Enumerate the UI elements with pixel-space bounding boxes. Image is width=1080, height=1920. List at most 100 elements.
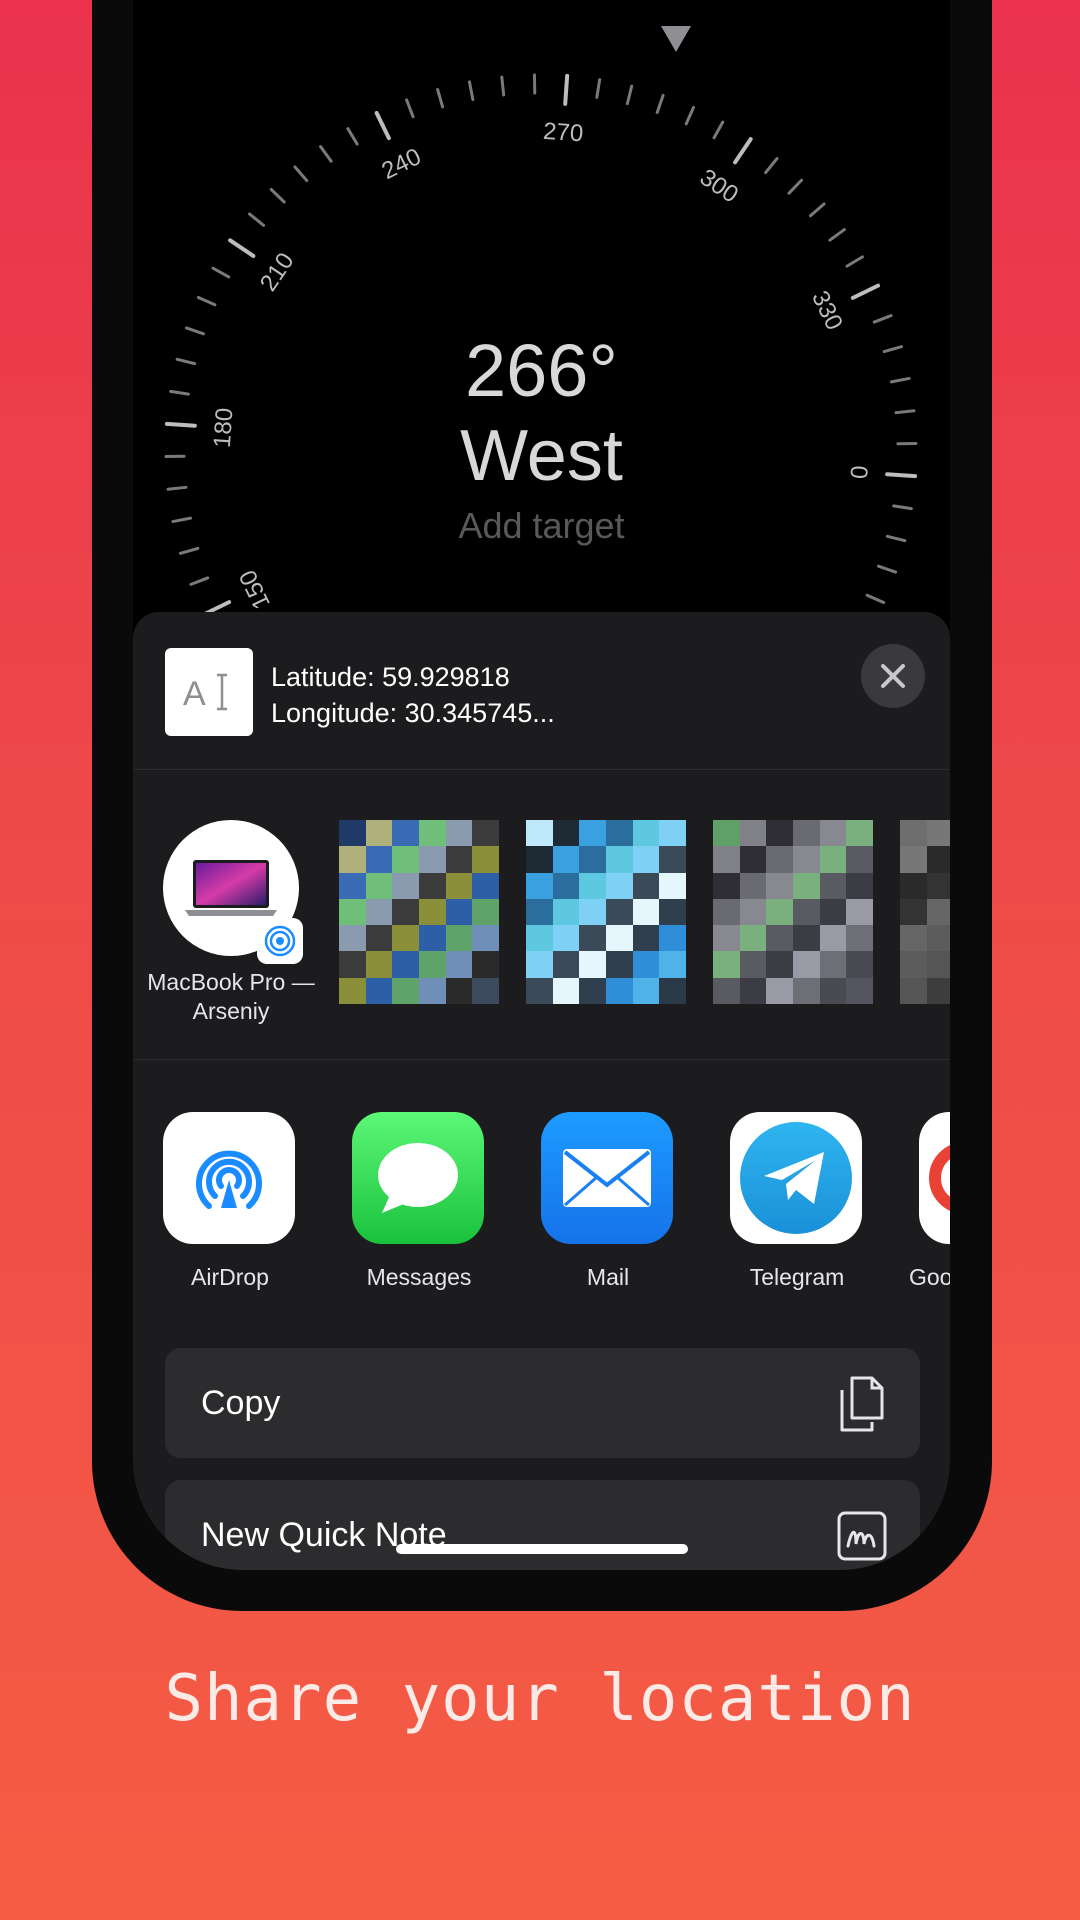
blur-pixel [792,977,820,1004]
compass-tick [808,202,826,218]
blur-pixel [792,951,820,978]
blur-pixel [739,872,767,899]
heading-degrees: 266° [464,329,619,412]
compass-tick [865,593,886,605]
blur-pixel [766,951,793,978]
blur-pixel [819,951,847,978]
compass-tick [764,157,779,175]
compass-tick-label: 210 [255,248,300,296]
compass-tick [712,120,725,140]
compass-tick [845,255,864,268]
blur-pixel [926,925,950,952]
longitude-text: Longitude: 30.345745... [271,698,555,728]
compass-tick [850,283,881,300]
blur-pixel [713,925,740,952]
blur-pixel [392,846,419,873]
app-airdrop[interactable]: AirDrop [163,1112,297,1290]
app-mail[interactable]: Mail [541,1112,675,1290]
blur-pixel [579,846,606,873]
close-button[interactable] [861,644,925,708]
blur-pixel [605,898,633,926]
share-header: A Latitude: 59.929818 Longitude: 30.3457… [133,612,950,770]
blur-pixel [392,977,419,1004]
add-target-button[interactable]: Add target [133,505,950,547]
compass-tick [196,295,217,307]
compass-tick [872,314,893,324]
blur-pixel [900,951,927,978]
promo-caption: Share your location [164,1662,916,1736]
airdrop-device-macbook[interactable]: MacBook Pro — Arseniy [133,770,329,1060]
blur-pixel [365,898,393,926]
blur-pixel [472,872,499,899]
app-label: AirDrop [191,1264,269,1290]
blur-pixel [713,951,740,978]
blur-pixel [632,925,660,952]
copy-label: Copy [201,1384,281,1422]
blur-pixel [713,872,740,899]
compass-tick [189,576,210,586]
blur-pixel [605,925,633,952]
blur-pixel [526,820,553,847]
contact-avatar-blurred[interactable] [900,820,950,1004]
blur-pixel [766,925,793,952]
blur-pixel [739,951,767,978]
blur-pixel [579,872,606,899]
telegram-icon [730,1112,862,1244]
blur-pixel [526,846,553,873]
compass-tick-label: 240 [378,143,426,185]
app-label: Mail [586,1264,630,1290]
app-messages[interactable]: Messages [352,1112,486,1290]
app-label: Telegram [749,1264,845,1290]
airdrop-device-label: MacBook Pro — Arseniy [147,969,315,1024]
blur-pixel [900,872,927,899]
app-label: Goo [909,1264,950,1290]
compass-tick [346,127,359,146]
blur-pixel [926,846,950,873]
blur-pixel [846,898,873,926]
blur-pixel [472,951,499,978]
blur-pixel [418,846,446,873]
home-indicator[interactable] [396,1544,688,1554]
contact-avatar-blurred[interactable] [526,820,686,1004]
blur-pixel [900,977,927,1004]
blur-pixel [365,925,393,952]
heading-pointer-icon [661,26,691,52]
contact-avatar-blurred[interactable] [339,820,499,1004]
blur-pixel [846,846,873,873]
blur-pixel [552,977,580,1004]
blur-pixel [392,951,419,978]
blur-pixel [579,925,606,952]
blur-pixel [605,951,633,978]
close-icon [881,664,905,688]
blur-pixel [339,872,366,899]
blur-pixel [418,820,446,847]
contact-avatar-blurred[interactable] [713,820,873,1004]
app-telegram[interactable]: Telegram [730,1112,864,1290]
blur-pixel [926,820,950,847]
blur-pixel [418,925,446,952]
app-google[interactable]: Goo [909,1112,950,1290]
blur-pixel [792,820,820,847]
blur-pixel [900,898,927,926]
blur-pixel [552,846,580,873]
blur-pixel [579,977,606,1004]
blur-pixel [659,872,686,899]
blur-pixel [392,872,419,899]
blur-pixel [792,898,820,926]
blur-pixel [846,977,873,1004]
blur-pixel [445,898,473,926]
blur-pixel [632,898,660,926]
blur-pixel [552,925,580,952]
blur-pixel [632,872,660,899]
blur-pixel [418,951,446,978]
blur-pixel [713,846,740,873]
heading-direction[interactable]: West [133,415,950,497]
compass-tick [405,98,415,119]
compass-tick [179,546,200,555]
compass-tick [787,178,803,195]
copy-action[interactable]: Copy [165,1348,920,1458]
compass-tick [248,212,266,227]
blur-pixel [365,977,393,1004]
new-quick-note-action[interactable]: New Quick Note [165,1480,920,1570]
blur-pixel [579,820,606,847]
